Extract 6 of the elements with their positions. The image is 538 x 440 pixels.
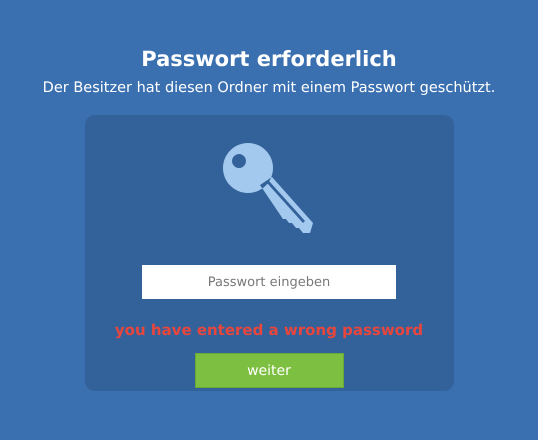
submit-button[interactable]: weiter — [194, 353, 344, 388]
password-field[interactable]: Passwort eingeben — [142, 265, 396, 299]
key-icon — [223, 143, 315, 233]
error-message: you have entered a wrong password — [114, 320, 424, 340]
page-subtitle: Der Besitzer hat diesen Ordner mit einem Passwort geschützt. — [42, 79, 496, 98]
page-title: Passwort erforderlich — [141, 46, 397, 73]
